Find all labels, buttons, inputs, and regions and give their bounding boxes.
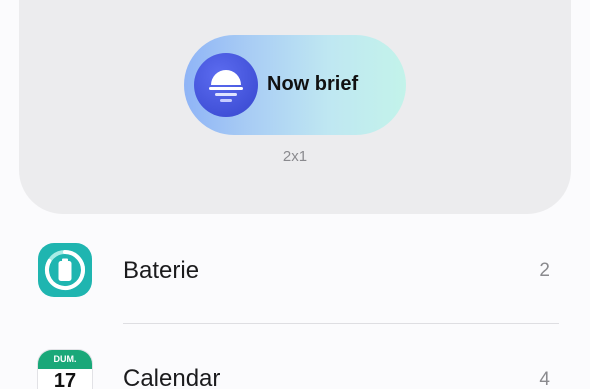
widget-count-calendar: 4 (539, 369, 550, 389)
divider (123, 323, 559, 324)
list-item-label: Baterie (123, 257, 200, 284)
calendar-day: 17 (53, 370, 77, 389)
calendar-weekday: DUM. (38, 350, 92, 369)
widget-picker-screen: Now brief 2x1 Baterie 2 DUM. 17 Calendar… (0, 0, 590, 389)
calendar-icon: DUM. 17 (38, 350, 92, 389)
widget-name-label: Now brief (267, 73, 359, 95)
widget-count: 2 (539, 260, 550, 281)
widget-size-label: 2x1 (282, 148, 308, 165)
list-item-label-calendar[interactable]: Calendar (123, 365, 220, 389)
battery-icon (38, 243, 92, 297)
sunrise-icon (194, 53, 258, 117)
now-brief-widget-preview[interactable]: Now brief (184, 35, 406, 135)
list-item-baterie[interactable]: Baterie 2 (0, 230, 590, 310)
